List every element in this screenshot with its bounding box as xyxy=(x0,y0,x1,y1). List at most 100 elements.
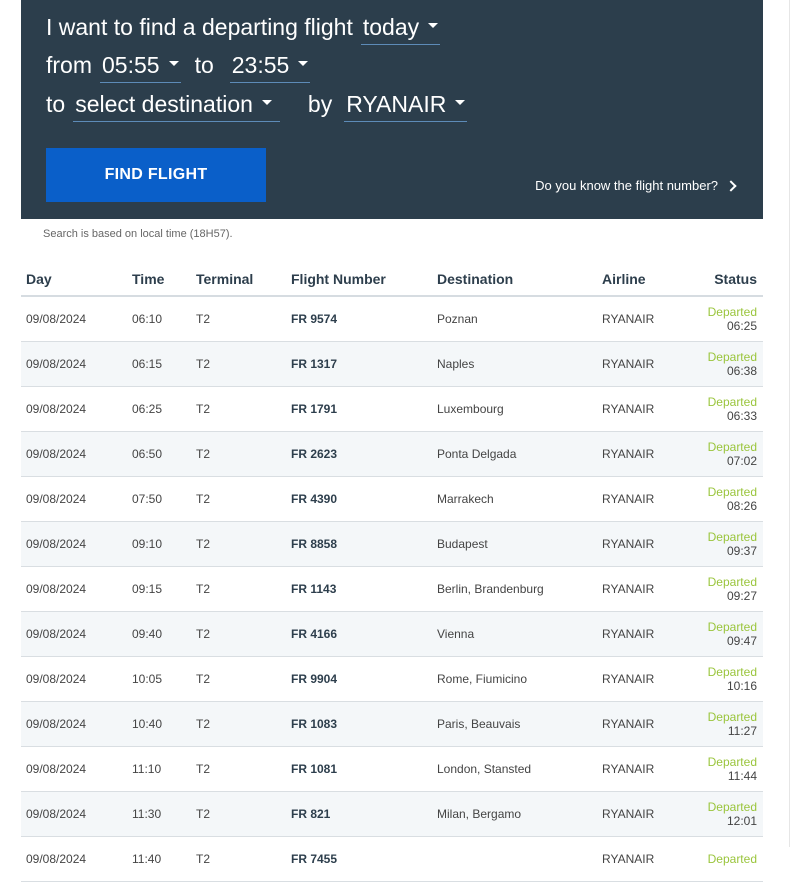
cell-flight-number: FR 1143 xyxy=(286,566,432,612)
status-time: 06:25 xyxy=(726,319,757,333)
cell-flight-number: FR 8858 xyxy=(286,521,432,567)
cell-airline: RYANAIR xyxy=(597,386,695,432)
status-label: Departed xyxy=(707,665,757,679)
cell-airline: RYANAIR xyxy=(597,836,695,882)
cell-time: 06:15 xyxy=(127,341,191,387)
table-row[interactable]: 09/08/2024 06:15 T2 FR 1317 Naples RYANA… xyxy=(21,341,763,387)
status-time: 11:27 xyxy=(727,724,757,738)
status-time: 09:47 xyxy=(726,634,757,648)
status-time: 11:44 xyxy=(727,769,757,783)
cell-day: 09/08/2024 xyxy=(21,791,127,837)
status-time: 09:37 xyxy=(726,544,757,558)
status-time: 07:02 xyxy=(726,454,757,468)
cell-destination: Milan, Bergamo xyxy=(432,791,597,837)
status-label: Departed xyxy=(707,305,757,319)
destination-select[interactable]: select destination xyxy=(73,89,280,122)
column-header-terminal[interactable]: Terminal xyxy=(191,262,286,297)
cell-day: 09/08/2024 xyxy=(21,611,127,657)
table-row[interactable]: 09/08/2024 09:10 T2 FR 8858 Budapest RYA… xyxy=(21,521,763,567)
cell-terminal: T2 xyxy=(191,836,286,882)
column-header-airline[interactable]: Airline xyxy=(597,262,695,297)
table-row[interactable]: 09/08/2024 06:10 T2 FR 9574 Poznan RYANA… xyxy=(21,296,763,342)
column-header-status[interactable]: Status xyxy=(695,262,763,297)
cell-flight-number: FR 1791 xyxy=(286,386,432,432)
table-row[interactable]: 09/08/2024 11:10 T2 FR 1081 London, Stan… xyxy=(21,746,763,792)
cell-airline: RYANAIR xyxy=(597,431,695,477)
flight-search-panel: I want to find a departing flight today … xyxy=(21,0,763,219)
to-destination-label: to xyxy=(46,91,66,117)
cell-airline: RYANAIR xyxy=(597,656,695,702)
cell-time: 07:50 xyxy=(127,476,191,522)
from-time-value: 05:55 xyxy=(102,52,160,78)
cell-flight-number: FR 1083 xyxy=(286,701,432,747)
cell-day: 09/08/2024 xyxy=(21,341,127,387)
table-row[interactable]: 09/08/2024 09:15 T2 FR 1143 Berlin, Bran… xyxy=(21,566,763,612)
flight-number-link[interactable]: Do you know the flight number? xyxy=(535,178,737,193)
status-time: 12:01 xyxy=(726,814,757,828)
cell-time: 09:15 xyxy=(127,566,191,612)
status-time: 10:16 xyxy=(726,679,757,693)
cell-day: 09/08/2024 xyxy=(21,296,127,342)
table-row[interactable]: 09/08/2024 09:40 T2 FR 4166 Vienna RYANA… xyxy=(21,611,763,657)
cell-destination: Poznan xyxy=(432,296,597,342)
cell-flight-number: FR 1317 xyxy=(286,341,432,387)
cell-airline: RYANAIR xyxy=(597,791,695,837)
destination-select-value: select destination xyxy=(75,91,253,117)
search-sentence-line-3: to select destination by RYANAIR xyxy=(46,89,481,122)
table-row[interactable]: 09/08/2024 11:30 T2 FR 821 Milan, Bergam… xyxy=(21,791,763,837)
cell-destination xyxy=(432,836,597,882)
status-label: Departed xyxy=(707,710,757,724)
cell-status: Departed 09:47 xyxy=(695,611,763,657)
table-row[interactable]: 09/08/2024 06:50 T2 FR 2623 Ponta Delgad… xyxy=(21,431,763,477)
airline-select-value: RYANAIR xyxy=(346,91,447,117)
cell-status: Departed 06:33 xyxy=(695,386,763,432)
column-header-day[interactable]: Day xyxy=(21,262,127,297)
cell-destination: London, Stansted xyxy=(432,746,597,792)
cell-terminal: T2 xyxy=(191,431,286,477)
cell-destination: Berlin, Brandenburg xyxy=(432,566,597,612)
cell-airline: RYANAIR xyxy=(597,341,695,387)
status-label: Departed xyxy=(707,485,757,499)
cell-terminal: T2 xyxy=(191,341,286,387)
status-label: Departed xyxy=(707,395,757,409)
cell-terminal: T2 xyxy=(191,521,286,567)
to-time-select[interactable]: 23:55 xyxy=(229,50,311,83)
cell-day: 09/08/2024 xyxy=(21,386,127,432)
date-select-value: today xyxy=(362,14,420,40)
cell-terminal: T2 xyxy=(191,296,286,342)
cell-time: 11:30 xyxy=(127,791,191,837)
chevron-right-icon xyxy=(725,179,737,192)
from-time-select[interactable]: 05:55 xyxy=(100,50,181,83)
column-header-time[interactable]: Time xyxy=(127,262,191,297)
page-right-border xyxy=(789,0,790,847)
status-label: Departed xyxy=(707,575,757,589)
caret-down-icon xyxy=(298,60,309,66)
table-row[interactable]: 09/08/2024 07:50 T2 FR 4390 Marrakech RY… xyxy=(21,476,763,522)
cell-flight-number: FR 4390 xyxy=(286,476,432,522)
to-time-value: 23:55 xyxy=(231,52,290,78)
cell-destination: Vienna xyxy=(432,611,597,657)
cell-status: Departed 09:37 xyxy=(695,521,763,567)
airline-select[interactable]: RYANAIR xyxy=(344,89,468,122)
cell-airline: RYANAIR xyxy=(597,611,695,657)
departures-table: Day Time Terminal Flight Number Destinat… xyxy=(21,262,763,882)
cell-flight-number: FR 9904 xyxy=(286,656,432,702)
column-header-destination[interactable]: Destination xyxy=(432,262,597,297)
cell-airline: RYANAIR xyxy=(597,476,695,522)
table-row[interactable]: 09/08/2024 11:40 T2 FR 7455 RYANAIR Depa… xyxy=(21,836,763,882)
cell-terminal: T2 xyxy=(191,656,286,702)
date-select[interactable]: today xyxy=(360,12,441,45)
to-time-label: to xyxy=(194,52,214,78)
column-header-flight-number[interactable]: Flight Number xyxy=(286,262,432,297)
status-time: 06:33 xyxy=(726,409,757,423)
table-row[interactable]: 09/08/2024 10:40 T2 FR 1083 Paris, Beauv… xyxy=(21,701,763,747)
find-flight-button[interactable]: FIND FLIGHT xyxy=(46,148,266,202)
cell-destination: Rome, Fiumicino xyxy=(432,656,597,702)
flight-number-link-text: Do you know the flight number? xyxy=(535,178,718,193)
cell-time: 11:40 xyxy=(127,836,191,882)
table-row[interactable]: 09/08/2024 06:25 T2 FR 1791 Luxembourg R… xyxy=(21,386,763,432)
by-label: by xyxy=(307,91,333,117)
cell-terminal: T2 xyxy=(191,701,286,747)
cell-time: 06:50 xyxy=(127,431,191,477)
table-row[interactable]: 09/08/2024 10:05 T2 FR 9904 Rome, Fiumic… xyxy=(21,656,763,702)
